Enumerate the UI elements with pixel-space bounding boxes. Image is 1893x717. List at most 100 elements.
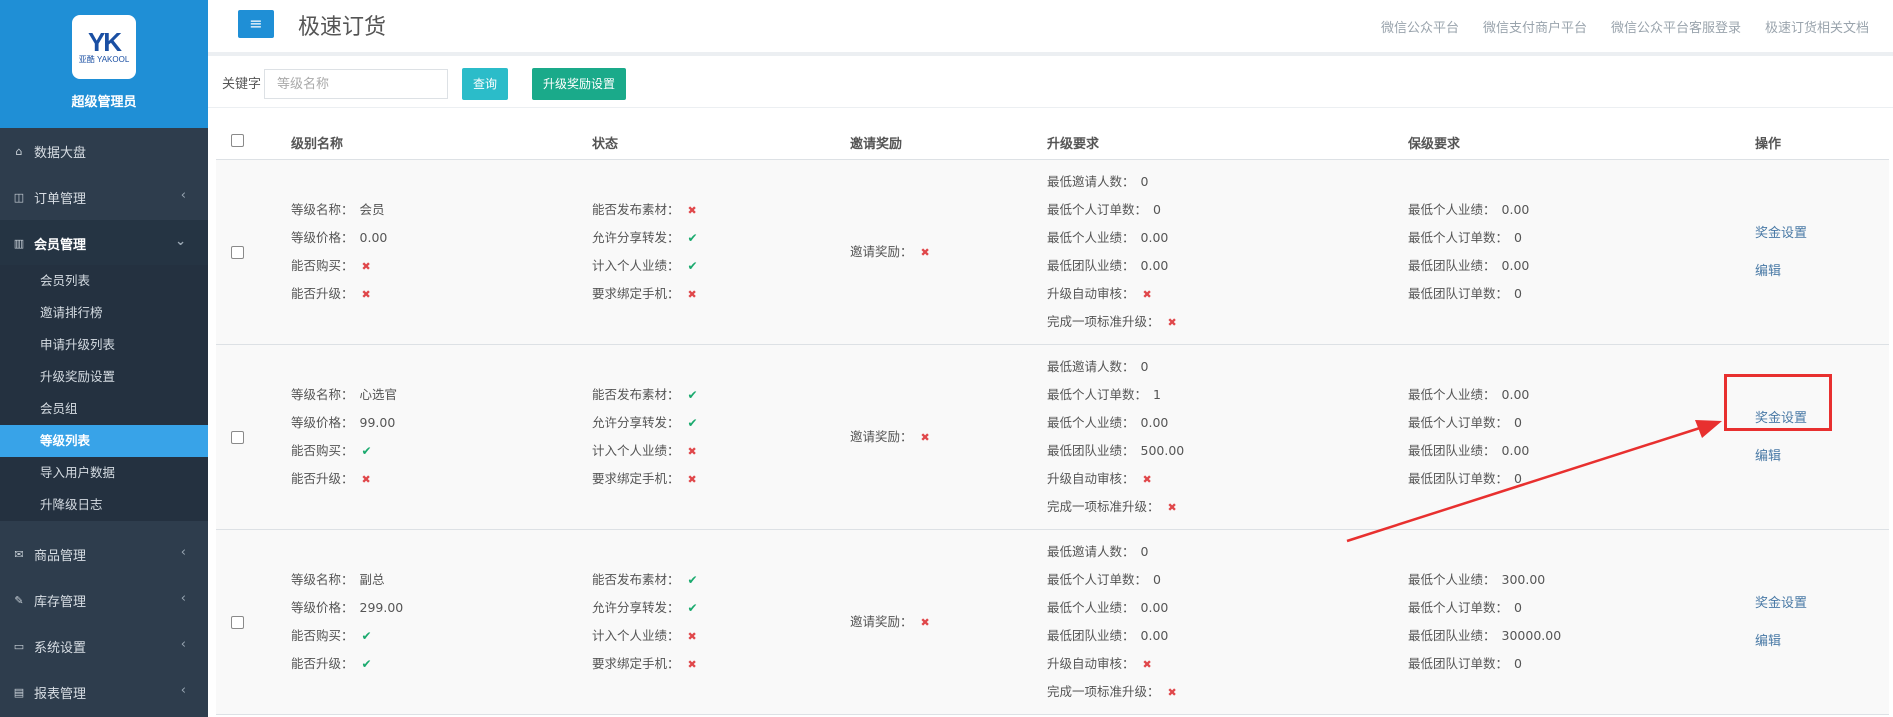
sidebar-item-0[interactable]: ⌂ 数据大盘 xyxy=(0,128,208,174)
field-label: 最低个人业绩： xyxy=(1408,387,1496,402)
field-label: 等级名称： xyxy=(291,202,354,217)
upgrade-requirements: 最低邀请人数： 0 最低个人订单数： 0 最低个人业绩： 0.00 最低团队业绩： 0.00 升… xyxy=(1047,168,1177,336)
company-logo[interactable]: YK 亚酷 YAKOOL xyxy=(72,15,136,79)
link-wechat-service[interactable]: 微信公众平台客服登录 xyxy=(1611,17,1741,36)
keyword-input[interactable] xyxy=(264,69,448,99)
sidebar-item-5[interactable]: ▭ 系统设置 ‹ xyxy=(0,623,208,669)
field-value: 0 xyxy=(1514,230,1522,245)
sidebar-item-label: 库存管理 xyxy=(34,594,87,610)
edit-link[interactable]: 编辑 xyxy=(1755,445,1781,464)
field-label: 能否购买： xyxy=(291,628,354,643)
brand-panel: YK 亚酷 YAKOOL 超级管理员 xyxy=(0,0,208,128)
field-label: 最低邀请人数： xyxy=(1047,174,1135,189)
field-label: 最低团队订单数： xyxy=(1408,656,1509,671)
cross-icon: ✖ xyxy=(920,431,930,444)
sidebar-item-label: 报表管理 xyxy=(34,686,87,702)
submenu-item[interactable]: 升降级日志 xyxy=(0,489,208,521)
field-value: 0.00 xyxy=(1501,258,1530,273)
field-label: 等级价格： xyxy=(291,600,354,615)
admin-label: 超级管理员 xyxy=(71,95,137,110)
sidebar-item-1[interactable]: ◫ 订单管理 ‹ xyxy=(0,174,208,220)
field-value: 0 xyxy=(1140,544,1149,559)
row-checkbox[interactable] xyxy=(231,246,244,259)
member-submenu: 会员列表 邀请排行榜 申请升级列表 升级奖励设置 会员组 等级列表 导入用户数据 升降级日志 xyxy=(0,265,208,521)
submenu-item[interactable]: 申请升级列表 xyxy=(0,329,208,361)
cross-icon: ✖ xyxy=(1142,658,1152,671)
cross-icon: ✖ xyxy=(1167,501,1177,514)
field-value: 0.00 xyxy=(1501,387,1530,402)
invite-reward: 邀请奖励： ✖ xyxy=(850,423,930,451)
field-label: 最低个人业绩： xyxy=(1408,572,1496,587)
link-wechat-platform[interactable]: 微信公众平台 xyxy=(1381,17,1459,36)
link-wechat-pay[interactable]: 微信支付商户平台 xyxy=(1483,17,1587,36)
invite-reward: 邀请奖励： ✖ xyxy=(850,608,930,636)
bonus-settings-link[interactable]: 奖金设置 xyxy=(1755,592,1807,611)
field-label: 最低个人订单数： xyxy=(1047,202,1148,217)
sidebar-item-2[interactable]: ▥ 会员管理 ⌄ xyxy=(0,220,208,266)
field-label: 允许分享转发： xyxy=(592,415,680,430)
sidebar-item-label: 系统设置 xyxy=(34,640,87,656)
cross-icon: ✖ xyxy=(1167,316,1177,329)
row-checkbox[interactable] xyxy=(231,431,244,444)
cross-icon: ✖ xyxy=(920,246,930,259)
cross-icon: ✖ xyxy=(1142,473,1152,486)
sidebar-item-3[interactable]: ✉ 商品管理 ‹ xyxy=(0,531,208,577)
check-icon: ✔ xyxy=(687,388,698,402)
field-label: 完成一项标准升级： xyxy=(1047,499,1160,514)
upgrade-reward-settings-button[interactable]: 升级奖励设置 xyxy=(532,68,627,100)
field-label: 最低团队订单数： xyxy=(1408,286,1509,301)
row-checkbox[interactable] xyxy=(231,616,244,629)
table-row: 等级名称： 会员 等级价格： 0.00 能否购买： ✖ 能否升级： ✖ 能否发布素材： ✖ 允许分享… xyxy=(216,160,1889,345)
sidebar-item-label: 订单管理 xyxy=(34,191,87,207)
check-icon: ✔ xyxy=(687,601,698,615)
field-label: 最低邀请人数： xyxy=(1047,359,1135,374)
field-value: 0.00 xyxy=(1140,415,1169,430)
field-label: 最低团队业绩： xyxy=(1408,443,1496,458)
field-label: 最低团队业绩： xyxy=(1408,628,1496,643)
link-docs[interactable]: 极速订货相关文档 xyxy=(1765,17,1869,36)
field-label: 最低个人业绩： xyxy=(1408,202,1496,217)
field-label: 最低团队订单数： xyxy=(1408,471,1509,486)
table-header: 级别名称 状态 邀请奖励 升级要求 保级要求 操作 xyxy=(216,120,1889,160)
field-label: 等级名称： xyxy=(291,572,354,587)
sidebar-item-4[interactable]: ✎ 库存管理 ‹ xyxy=(0,577,208,623)
field-value: 0.00 xyxy=(359,230,388,245)
field-label: 完成一项标准升级： xyxy=(1047,314,1160,329)
field-label: 最低个人业绩： xyxy=(1047,600,1135,615)
logo-mark: YK xyxy=(87,27,122,57)
field-value: 0.00 xyxy=(1140,258,1169,273)
submenu-item[interactable]: 等级列表 xyxy=(0,425,208,457)
field-label: 能否升级： xyxy=(291,286,354,301)
field-label: 能否购买： xyxy=(291,258,354,273)
field-label: 计入个人业绩： xyxy=(592,628,680,643)
field-value: 0 xyxy=(1153,572,1161,587)
submenu-item[interactable]: 会员组 xyxy=(0,393,208,425)
submenu-item[interactable]: 邀请排行榜 xyxy=(0,297,208,329)
submenu-item[interactable]: 导入用户数据 xyxy=(0,457,208,489)
field-label: 能否购买： xyxy=(291,443,354,458)
cross-icon: ✖ xyxy=(361,260,371,273)
status-info: 能否发布素材： ✔ 允许分享转发： ✔ 计入个人业绩： ✖ 要求绑定手机： ✖ xyxy=(592,381,698,493)
bonus-settings-link[interactable]: 奖金设置 xyxy=(1755,222,1807,241)
top-links: 微信公众平台 微信支付商户平台 微信公众平台客服登录 极速订货相关文档 xyxy=(1381,17,1869,36)
edit-link[interactable]: 编辑 xyxy=(1755,260,1781,279)
level-info: 等级名称： 会员 等级价格： 0.00 能否购买： ✖ 能否升级： ✖ xyxy=(291,196,387,308)
keyword-label: 关键字 xyxy=(222,77,262,92)
check-icon: ✔ xyxy=(687,231,698,245)
header-level-name: 级别名称 xyxy=(291,137,344,152)
menu-toggle-button[interactable]: ≡ xyxy=(238,10,274,38)
submenu-item[interactable]: 升级奖励设置 xyxy=(0,361,208,393)
field-value: 0.00 xyxy=(1501,443,1530,458)
select-all-checkbox[interactable] xyxy=(231,134,244,147)
field-label: 升级自动审核： xyxy=(1047,471,1135,486)
field-label: 最低团队业绩： xyxy=(1047,628,1135,643)
level-info: 等级名称： 副总 等级价格： 299.00 能否购买： ✔ 能否升级： ✔ xyxy=(291,566,403,678)
field-value: 0 xyxy=(1514,600,1522,615)
submenu-item[interactable]: 会员列表 xyxy=(0,265,208,297)
field-label: 允许分享转发： xyxy=(592,230,680,245)
columns-icon: ◫ xyxy=(13,190,25,204)
edit-link[interactable]: 编辑 xyxy=(1755,630,1781,649)
check-icon: ✔ xyxy=(687,573,698,587)
sidebar-item-6[interactable]: ▤ 报表管理 ‹ xyxy=(0,669,208,715)
query-button[interactable]: 查询 xyxy=(462,68,508,100)
